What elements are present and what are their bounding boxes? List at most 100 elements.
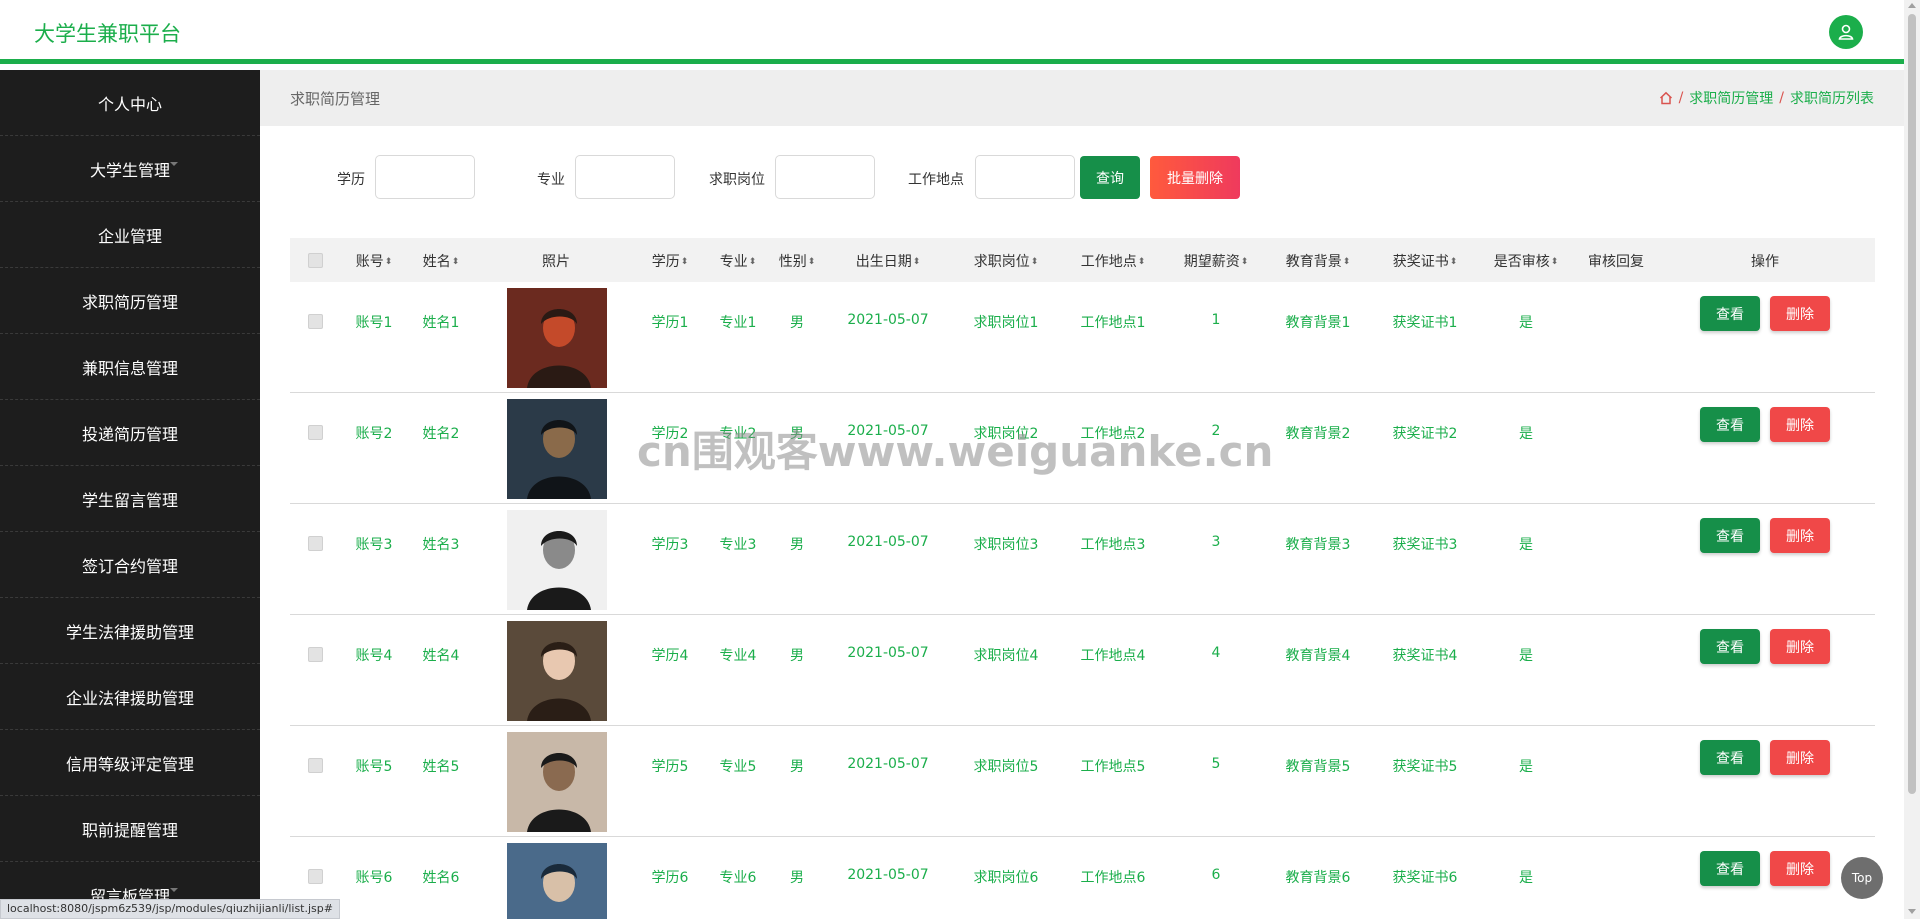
column-header-label: 照片 [542, 254, 570, 270]
scroll-thumb[interactable] [1908, 14, 1916, 794]
sidebar-item[interactable]: 学生留言管理 [0, 466, 260, 532]
watermark: cn围观客www.weiguanke.cn [637, 427, 1274, 476]
sort-icon[interactable]: ⬍ [1031, 257, 1039, 267]
column-header[interactable]: 性别⬍ [779, 251, 816, 271]
cell-name: 姓名3 [422, 537, 460, 553]
sidebar-item[interactable]: 求职简历管理 [0, 268, 260, 334]
column-header[interactable]: 专业⬍ [720, 251, 757, 271]
row-checkbox[interactable] [308, 314, 323, 329]
query-button[interactable]: 查询 [1080, 156, 1140, 199]
user-avatar-icon[interactable] [1829, 15, 1863, 49]
column-header[interactable]: 是否审核⬍ [1494, 251, 1559, 271]
table-body: 账号1 姓名1 学历1 专业1 男 2021-05-07 求职岗位1 工作地点1 1 教育背景1 获… [290, 282, 1875, 919]
cell-birth: 2021-05-07 [847, 312, 929, 328]
sort-icon[interactable]: ⬍ [1450, 257, 1458, 267]
sidebar-item[interactable]: 签订合约管理 [0, 532, 260, 598]
sidebar-item-label: 职前提醒管理 [81, 820, 178, 840]
sidebar-item-label: 大学生管理 [89, 160, 170, 180]
select-all-checkbox[interactable] [308, 253, 323, 268]
table-row: 账号5 姓名5 学历5 专业5 男 2021-05-07 求职岗位5 工作地点5 5 教育背景5 获… [290, 726, 1875, 837]
delete-button[interactable]: 删除 [1770, 629, 1830, 664]
row-checkbox[interactable] [308, 758, 323, 773]
delete-button[interactable]: 删除 [1770, 851, 1830, 886]
sidebar-item[interactable]: 投递简历管理 [0, 400, 260, 466]
cell-location: 工作地点6 [1080, 870, 1146, 886]
sidebar-item-label: 学生留言管理 [81, 490, 178, 510]
location-input[interactable] [975, 155, 1075, 199]
row-checkbox[interactable] [308, 647, 323, 662]
delete-button[interactable]: 删除 [1770, 518, 1830, 553]
major-label: 专业 [537, 172, 565, 188]
column-header[interactable]: 工作地点⬍ [1081, 251, 1146, 271]
major-input[interactable] [575, 155, 675, 199]
sort-icon[interactable]: ⬍ [913, 257, 921, 267]
batch-delete-button[interactable]: 批量删除 [1150, 156, 1240, 199]
view-button[interactable]: 查看 [1700, 740, 1760, 775]
view-button[interactable]: 查看 [1700, 851, 1760, 886]
position-input[interactable] [775, 155, 875, 199]
delete-button[interactable]: 删除 [1770, 296, 1830, 331]
sidebar-item[interactable]: 企业管理 [0, 202, 260, 268]
sidebar-item-label: 企业法律援助管理 [65, 688, 194, 708]
sort-icon[interactable]: ⬍ [1241, 257, 1249, 267]
cell-education: 学历3 [651, 537, 689, 553]
row-checkbox[interactable] [308, 425, 323, 440]
column-header[interactable]: 账号⬍ [356, 251, 393, 271]
breadcrumb-item-list[interactable]: 求职简历列表 [1790, 88, 1874, 108]
scroll-up-arrow-icon[interactable] [1908, 3, 1916, 8]
row-checkbox[interactable] [308, 869, 323, 884]
scroll-down-arrow-icon[interactable] [1908, 909, 1916, 914]
sidebar-item[interactable]: 企业法律援助管理 [0, 664, 260, 730]
back-to-top-button[interactable]: Top [1841, 857, 1883, 899]
photo-thumbnail[interactable] [507, 288, 607, 388]
cell-salary: 6 [1211, 867, 1221, 883]
photo-thumbnail[interactable] [507, 843, 607, 919]
delete-button[interactable]: 删除 [1770, 407, 1830, 442]
sidebar-item[interactable]: 个人中心 [0, 70, 260, 136]
column-header[interactable]: 获奖证书⬍ [1393, 251, 1458, 271]
breadcrumb-item-manage[interactable]: 求职简历管理 [1689, 88, 1773, 108]
sort-icon[interactable]: ⬍ [452, 257, 460, 267]
home-icon[interactable] [1659, 91, 1673, 105]
sidebar-item[interactable]: 学生法律援助管理 [0, 598, 260, 664]
photo-thumbnail[interactable] [507, 510, 607, 610]
sidebar-item[interactable]: 信用等级评定管理 [0, 730, 260, 796]
column-header[interactable]: 姓名⬍ [423, 251, 460, 271]
column-header[interactable]: 求职岗位⬍ [974, 251, 1039, 271]
view-button[interactable]: 查看 [1700, 629, 1760, 664]
cell-name: 姓名6 [422, 870, 460, 886]
photo-thumbnail[interactable] [507, 399, 607, 499]
location-label: 工作地点 [908, 172, 964, 188]
sort-icon[interactable]: ⬍ [681, 257, 689, 267]
column-header[interactable]: 教育背景⬍ [1286, 251, 1351, 271]
row-checkbox[interactable] [308, 536, 323, 551]
sidebar-item[interactable]: 兼职信息管理 [0, 334, 260, 400]
cell-education: 学历4 [651, 648, 689, 664]
view-button[interactable]: 查看 [1700, 518, 1760, 553]
sidebar-item[interactable]: 职前提醒管理 [0, 796, 260, 862]
sort-icon[interactable]: ⬍ [1343, 257, 1351, 267]
cell-location: 工作地点1 [1080, 315, 1146, 331]
sidebar-item[interactable]: 大学生管理 [0, 136, 260, 202]
table-header: 账号⬍ 姓名⬍ 照片 学历⬍ 专业⬍ 性别⬍ 出生日期⬍ 求职岗位⬍ 工作地点⬍ 期望薪资⬍ 教育背… [290, 238, 1875, 282]
page-scrollbar[interactable] [1904, 0, 1920, 919]
sort-icon[interactable]: ⬍ [808, 257, 816, 267]
sort-icon[interactable]: ⬍ [749, 257, 757, 267]
view-button[interactable]: 查看 [1700, 296, 1760, 331]
column-header[interactable]: 学历⬍ [652, 251, 689, 271]
cell-reviewed: 是 [1519, 870, 1533, 886]
sort-icon[interactable]: ⬍ [1138, 257, 1146, 267]
cell-major: 专业1 [719, 315, 757, 331]
view-button[interactable]: 查看 [1700, 407, 1760, 442]
photo-thumbnail[interactable] [507, 732, 607, 832]
column-header[interactable]: 出生日期⬍ [856, 251, 921, 271]
sort-icon[interactable]: ⬍ [385, 257, 393, 267]
cell-salary: 4 [1211, 645, 1221, 661]
education-input[interactable] [375, 155, 475, 199]
sidebar-item-label: 学生法律援助管理 [65, 622, 194, 642]
column-header[interactable]: 期望薪资⬍ [1184, 251, 1249, 271]
photo-thumbnail[interactable] [507, 621, 607, 721]
cell-account: 账号6 [355, 870, 393, 886]
sort-icon[interactable]: ⬍ [1551, 257, 1559, 267]
delete-button[interactable]: 删除 [1770, 740, 1830, 775]
